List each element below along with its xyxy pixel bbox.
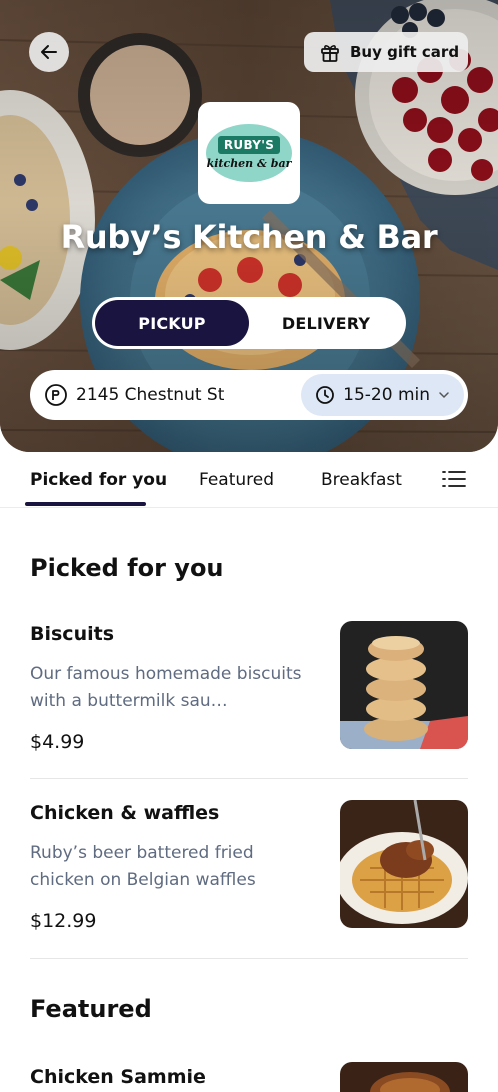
list-menu-icon[interactable] [442, 469, 466, 489]
pickup-option[interactable]: PICKUP [95, 300, 249, 346]
section-title-featured: Featured [30, 995, 152, 1023]
pickup-address: 2145 Chestnut St [76, 385, 225, 405]
item-name: Chicken & waffles [30, 802, 220, 824]
restaurant-logo: RUBY'S kitchen & bar [198, 102, 300, 204]
menu-item-chicken-sammie[interactable]: Chicken Sammie [30, 1062, 468, 1092]
item-name: Chicken Sammie [30, 1066, 206, 1088]
pickup-time-selector[interactable]: 15-20 min [301, 374, 464, 416]
logo-badge: RUBY'S kitchen & bar [206, 124, 292, 182]
logo-top-text: RUBY'S [217, 136, 281, 154]
buy-gift-card-button[interactable]: Buy gift card [304, 32, 468, 72]
item-description: Ruby’s beer battered fried chicken on Be… [30, 843, 256, 890]
tab-picked-for-you[interactable]: Picked for you [30, 470, 167, 490]
section-title-picked-for-you: Picked for you [30, 554, 224, 582]
item-name: Biscuits [30, 623, 114, 645]
menu-item-biscuits[interactable]: Biscuits Our famous homemade biscuits wi… [30, 621, 468, 753]
chicken-sammie-photo [340, 1062, 468, 1092]
gift-card-label: Buy gift card [350, 43, 460, 61]
map-pin-icon [44, 383, 68, 407]
divider [30, 778, 468, 779]
tab-breakfast[interactable]: Breakfast [321, 470, 402, 490]
menu-item-chicken-waffles[interactable]: Chicken & waffles Ruby’s beer battered f… [30, 800, 468, 932]
divider [30, 958, 468, 959]
item-price: $4.99 [30, 731, 85, 753]
active-tab-indicator [25, 502, 146, 506]
item-description: Our famous homemade biscuits with a butt… [30, 664, 302, 711]
biscuit-stack-photo [340, 621, 468, 749]
clock-icon [316, 386, 335, 404]
chevron-down-icon [439, 392, 449, 399]
logo-bottom-text: kitchen & bar [206, 157, 292, 170]
restaurant-name: Ruby’s Kitchen & Bar [60, 218, 438, 256]
category-tabs: Picked for you Featured Breakfast [0, 452, 498, 508]
location-bar[interactable]: 2145 Chestnut St 15-20 min [30, 370, 468, 420]
back-button[interactable] [29, 32, 69, 72]
gift-icon [321, 45, 339, 62]
tab-featured[interactable]: Featured [199, 470, 274, 490]
delivery-option[interactable]: DELIVERY [249, 300, 403, 346]
chicken-waffles-photo [340, 800, 468, 928]
order-mode-toggle: PICKUP DELIVERY [92, 297, 406, 349]
pickup-time-label: 15-20 min [343, 385, 430, 405]
item-price: $12.99 [30, 910, 97, 932]
arrow-left-icon [41, 45, 57, 59]
